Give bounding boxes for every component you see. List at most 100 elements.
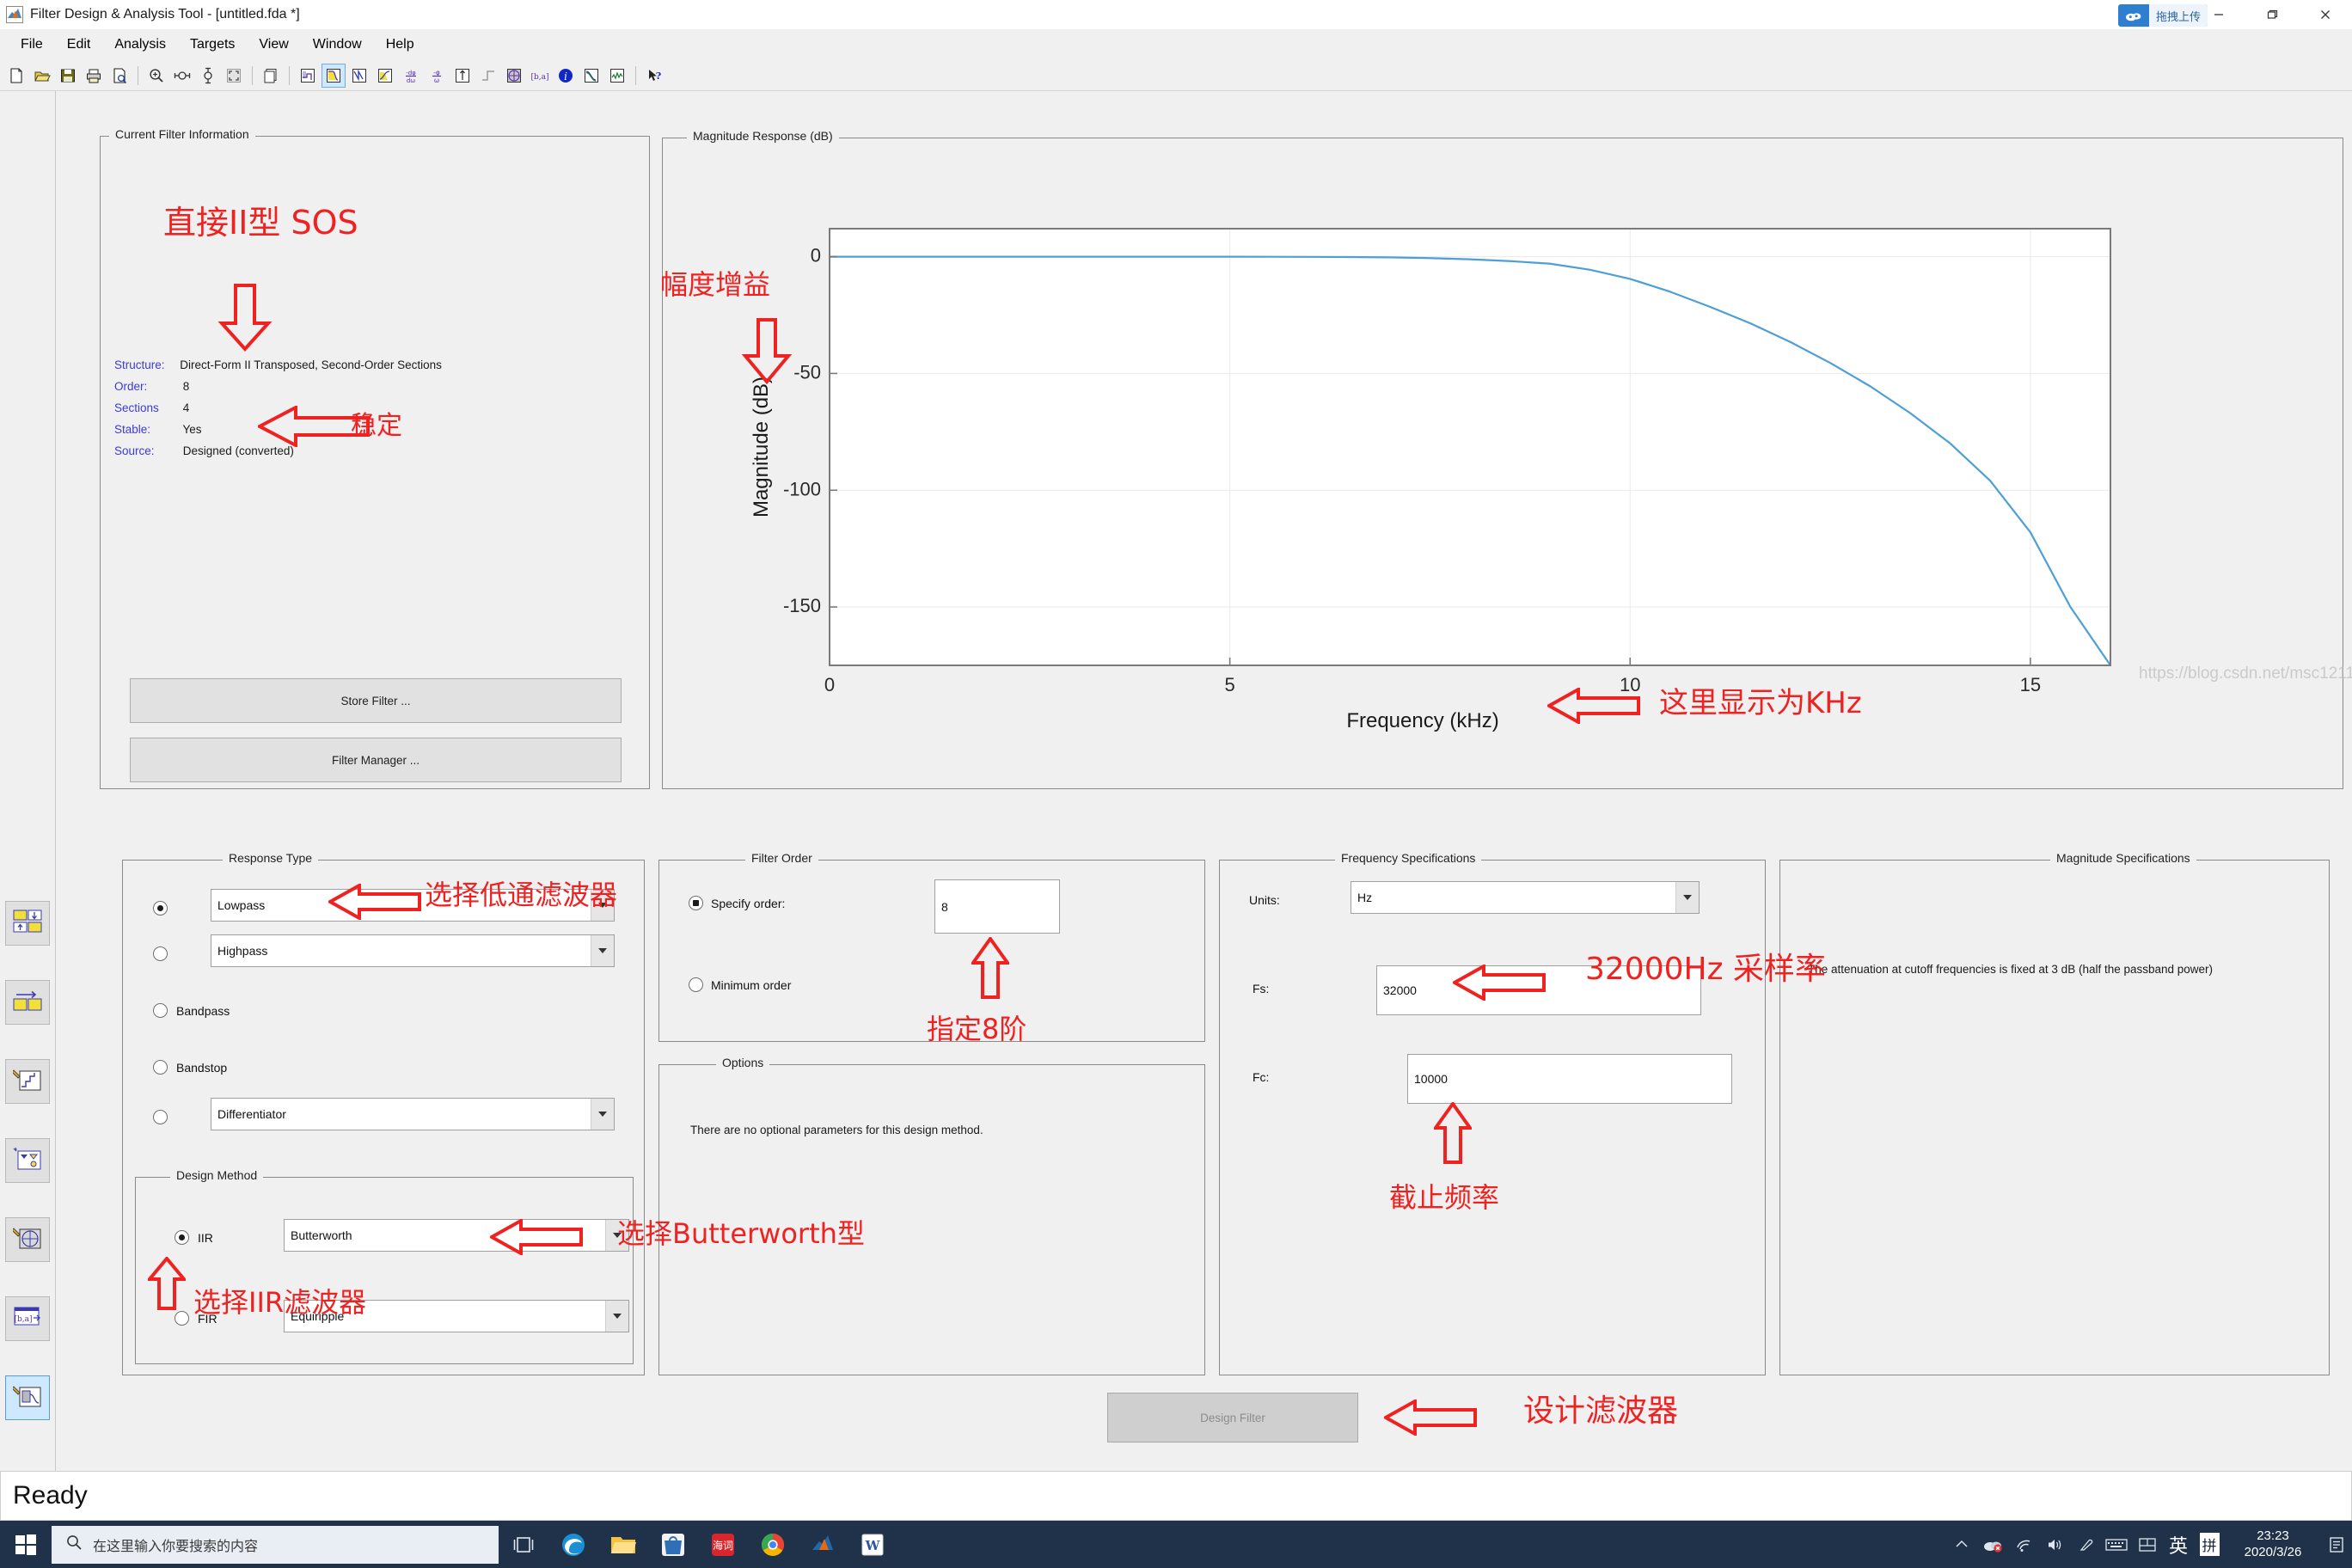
sidebar-item-set-quantization[interactable] — [5, 1375, 50, 1420]
filter-order-value-input[interactable]: 8 — [934, 879, 1060, 934]
matlab-icon[interactable] — [798, 1521, 848, 1568]
sidebar-item-import-filter[interactable] — [5, 980, 50, 1025]
restore-view-button[interactable] — [222, 64, 246, 88]
pole-zero-plot-button[interactable] — [502, 64, 526, 88]
chevron-down-icon[interactable] — [591, 1099, 614, 1130]
open-file-button[interactable] — [30, 64, 54, 88]
menu-analysis[interactable]: Analysis — [102, 34, 178, 56]
menu-window[interactable]: Window — [301, 34, 374, 56]
magnitude-and-phase-button[interactable] — [373, 64, 397, 88]
magnitude-estimate-button[interactable] — [579, 64, 603, 88]
upload-label: 拖拽上传 — [2148, 4, 2208, 27]
taskbar-clock[interactable]: 23:23 2020/3/26 — [2225, 1521, 2321, 1568]
svg-text:Frequency (kHz): Frequency (kHz) — [1346, 709, 1498, 732]
annotation-magnitude-gain: 幅度增益 — [660, 268, 771, 301]
annotation-khz-display: 这里显示为KHz — [1659, 686, 1862, 720]
filter-manager-button[interactable]: Filter Manager ... — [130, 738, 622, 782]
design-method-fir-radio[interactable] — [175, 1311, 189, 1326]
filter-information-button[interactable]: i — [554, 64, 578, 88]
svg-text:-50: -50 — [793, 361, 821, 383]
sidebar-item-transform-filter[interactable] — [5, 1138, 50, 1183]
response-type-highpass-combo[interactable]: Highpass — [211, 934, 615, 967]
maximize-button[interactable] — [2245, 0, 2299, 29]
phase-delay-button[interactable]: -φ ω — [425, 64, 449, 88]
ime-language-indicator[interactable]: 英 — [2163, 1521, 2194, 1568]
filter-specifications-button[interactable] — [296, 64, 320, 88]
design-method-iir-radio[interactable] — [175, 1230, 189, 1245]
onedrive-error-icon[interactable] — [1977, 1521, 2008, 1568]
toolbar-separator — [252, 65, 253, 85]
touchpad-icon[interactable] — [2132, 1521, 2163, 1568]
upload-widget[interactable]: 拖拽上传 — [2117, 4, 2208, 27]
response-type-bandstop-radio[interactable] — [153, 1060, 168, 1075]
set-quantization-icon — [11, 1384, 42, 1412]
units-combo[interactable]: Hz — [1351, 881, 1700, 914]
edge-icon[interactable] — [548, 1521, 598, 1568]
menu-bar: File Edit Analysis Targets View Window H… — [0, 29, 2352, 60]
volume-icon[interactable] — [2039, 1521, 2070, 1568]
store-filter-button[interactable]: Store Filter ... — [130, 678, 622, 723]
sidebar-item-realize-model[interactable]: [b,a] — [5, 1296, 50, 1341]
matlab-icon — [6, 6, 23, 23]
zoom-in-button[interactable] — [144, 64, 168, 88]
menu-file[interactable]: File — [9, 34, 55, 56]
filter-coefficients-button[interactable]: [b,a] — [528, 64, 552, 88]
menu-edit[interactable]: Edit — [55, 34, 103, 56]
units-value: Hz — [1357, 891, 1373, 904]
phase-response-button[interactable] — [347, 64, 371, 88]
group-delay-button[interactable]: -dφ dω — [399, 64, 423, 88]
menu-help[interactable]: Help — [374, 34, 426, 56]
response-type-highpass-radio[interactable] — [153, 946, 168, 961]
annotation-direct-form-sos: 直接II型 SOS — [163, 204, 358, 242]
magnitude-response-button[interactable] — [322, 63, 346, 88]
chevron-down-icon[interactable] — [591, 935, 614, 966]
response-type-differentiator-radio[interactable] — [153, 1110, 168, 1124]
ime-mode-indicator[interactable]: 拼 — [2194, 1521, 2225, 1568]
file-explorer-icon[interactable] — [598, 1521, 648, 1568]
task-view-icon[interactable] — [499, 1521, 548, 1568]
show-hidden-icons-chevron-icon[interactable] — [1946, 1521, 1977, 1568]
menu-targets[interactable]: Targets — [178, 34, 247, 56]
fc-input[interactable]: 10000 — [1407, 1054, 1732, 1104]
print-button[interactable] — [82, 64, 106, 88]
chevron-down-icon[interactable] — [1675, 882, 1699, 913]
response-type-lowpass-radio[interactable] — [153, 901, 168, 916]
microsoft-store-icon[interactable] — [648, 1521, 698, 1568]
youdao-dictionary-icon[interactable]: 海词 — [698, 1521, 748, 1568]
windows-taskbar: 在这里输入你要搜索的内容 海词 W 英 拼 23:23 2020/3/26 — [0, 1521, 2352, 1568]
design-filter-button[interactable]: Design Filter — [1107, 1393, 1358, 1442]
magnitude-response-panel: Magnitude Response (dB) 0 -50 -100 -150 0 5 10… — [662, 129, 2344, 790]
close-button[interactable] — [2299, 0, 2352, 29]
zoom-y-button[interactable] — [196, 64, 220, 88]
chevron-down-icon[interactable] — [605, 1301, 628, 1332]
response-type-differentiator-value: Differentiator — [217, 1107, 286, 1121]
zoom-x-button[interactable] — [170, 64, 194, 88]
fc-label: Fc: — [1253, 1070, 1270, 1084]
word-icon[interactable]: W — [848, 1521, 897, 1568]
round-off-noise-button[interactable] — [605, 64, 629, 88]
whats-this-button[interactable]: ? — [642, 64, 666, 88]
new-window-button[interactable] — [259, 64, 283, 88]
sidebar-item-pole-zero-editor[interactable] — [5, 1217, 50, 1262]
response-type-bandpass-radio[interactable] — [153, 1003, 168, 1018]
annotation-select-iir: 选择IIR滤波器 — [193, 1286, 367, 1319]
impulse-response-button[interactable] — [450, 64, 475, 88]
magnitude-response-chart[interactable]: 0 -50 -100 -150 0 5 10 15 Magnitude (dB) Frequenc… — [663, 138, 2344, 790]
sidebar-item-design-filter[interactable] — [5, 901, 50, 946]
notifications-icon[interactable] — [2321, 1521, 2352, 1568]
response-type-differentiator-combo[interactable]: Differentiator — [211, 1098, 615, 1130]
wifi-icon[interactable] — [2008, 1521, 2039, 1568]
sidebar-item-quantize-filter[interactable] — [5, 1059, 50, 1104]
filter-order-minimum-radio[interactable] — [689, 977, 703, 992]
start-button[interactable] — [0, 1521, 52, 1568]
pen-tablet-icon[interactable] — [2070, 1521, 2101, 1568]
menu-view[interactable]: View — [247, 34, 300, 56]
step-response-button[interactable] — [476, 64, 500, 88]
new-file-button[interactable] — [4, 64, 28, 88]
filter-order-specify-radio[interactable] — [689, 896, 703, 910]
touch-keyboard-icon[interactable] — [2101, 1521, 2132, 1568]
save-file-button[interactable] — [56, 64, 80, 88]
taskbar-search-input[interactable]: 在这里输入你要搜索的内容 — [52, 1525, 499, 1564]
chrome-icon[interactable] — [748, 1521, 798, 1568]
print-preview-button[interactable] — [107, 64, 132, 88]
